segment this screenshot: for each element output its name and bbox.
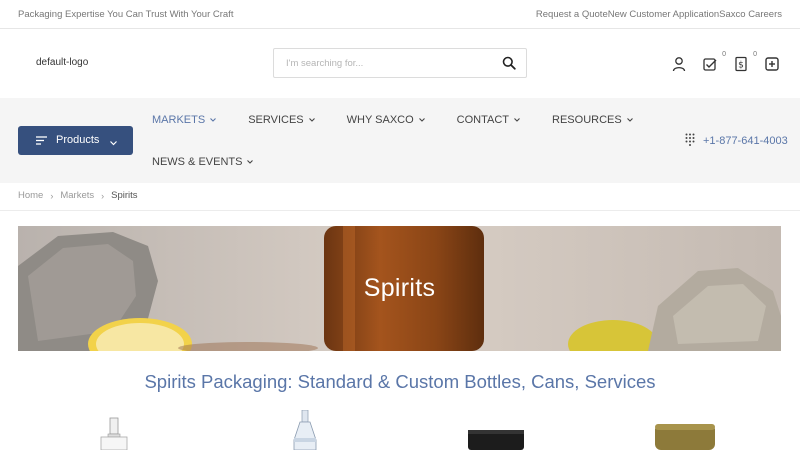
product-image[interactable]: [652, 410, 718, 450]
breadcrumb-markets[interactable]: Markets: [60, 190, 94, 201]
menu-item-label: SERVICES: [248, 113, 304, 126]
breadcrumb-current: Spirits: [111, 190, 138, 201]
search-icon[interactable]: [502, 56, 516, 70]
menu-item-label: MARKETS: [152, 113, 206, 126]
menu-item-label: NEWS & EVENTS: [152, 155, 243, 168]
svg-text:$: $: [738, 61, 744, 71]
site-logo[interactable]: default-logo: [36, 57, 88, 68]
new-customer-application-link[interactable]: New Customer Application: [608, 9, 719, 20]
menu-row: MARKETS SERVICES WHY SAXCO CONTACT RESOU…: [152, 112, 633, 127]
menu-item-services[interactable]: SERVICES: [248, 113, 315, 126]
menu-item-contact[interactable]: CONTACT: [457, 114, 520, 126]
menu-item-why-saxco[interactable]: WHY SAXCO: [347, 114, 425, 126]
menu-row: NEWS & EVENTS: [152, 154, 622, 169]
chevron-right-icon: ›: [101, 190, 105, 201]
menu-item-label: CONTACT: [456, 113, 510, 126]
menu-item-resources[interactable]: RESOURCES: [552, 114, 633, 126]
phone-contact[interactable]: +1-877-641-4003: [685, 133, 788, 149]
hero-title: Spirits: [363, 274, 436, 302]
product-image[interactable]: [466, 410, 526, 450]
phone-number: +1-877-641-4003: [703, 135, 788, 147]
cart-count: 0: [753, 51, 757, 58]
hero-banner: Spirits: [18, 226, 781, 351]
quote-count: 0: [722, 51, 726, 58]
divider: [0, 210, 800, 211]
chevron-down-icon: [210, 117, 217, 122]
chevron-right-icon: ›: [50, 190, 54, 201]
product-image[interactable]: [286, 410, 324, 450]
add-icon[interactable]: [764, 56, 782, 74]
top-bar: Packaging Expertise You Can Trust With Y…: [0, 0, 800, 29]
account-icon[interactable]: [671, 56, 689, 74]
products-label: Products: [56, 134, 100, 146]
header: default-logo 0 $ 0: [0, 29, 800, 98]
section-title: Spirits Packaging: Standard & Custom Bot…: [144, 371, 656, 392]
chevron-down-icon: [418, 117, 425, 122]
top-links: Request a Quote New Customer Application…: [536, 9, 782, 20]
breadcrumb: Home › Markets › Spirits: [18, 190, 138, 201]
breadcrumb-home[interactable]: Home: [18, 190, 43, 201]
chevron-down-icon: [626, 117, 633, 122]
quote-list-icon[interactable]: 0: [702, 51, 726, 74]
chevron-down-icon: [110, 137, 117, 149]
search-box: [273, 48, 527, 78]
menu-lines-icon: [36, 136, 47, 148]
search-input[interactable]: [286, 49, 496, 77]
chevron-down-icon: [308, 117, 315, 122]
products-menu-button[interactable]: Products: [18, 126, 133, 155]
request-quote-link[interactable]: Request a Quote: [536, 9, 608, 20]
careers-link[interactable]: Saxco Careers: [719, 9, 782, 20]
header-icons: 0 $ 0: [671, 51, 782, 74]
product-image[interactable]: [98, 410, 132, 450]
menu: MARKETS SERVICES WHY SAXCO CONTACT RESOU…: [152, 112, 633, 169]
main-nav: Products MARKETS SERVICES WHY SAXCO CONT…: [0, 98, 800, 183]
menu-item-label: RESOURCES: [552, 113, 622, 126]
pricing-icon[interactable]: $ 0: [733, 51, 757, 74]
chevron-down-icon: [514, 117, 520, 122]
keypad-icon: [685, 133, 695, 149]
menu-item-news-events[interactable]: NEWS & EVENTS: [152, 155, 254, 168]
menu-item-label: WHY SAXCO: [346, 113, 414, 126]
chevron-down-icon: [247, 159, 254, 164]
tagline: Packaging Expertise You Can Trust With Y…: [18, 9, 234, 20]
menu-item-markets[interactable]: MARKETS: [152, 113, 217, 126]
